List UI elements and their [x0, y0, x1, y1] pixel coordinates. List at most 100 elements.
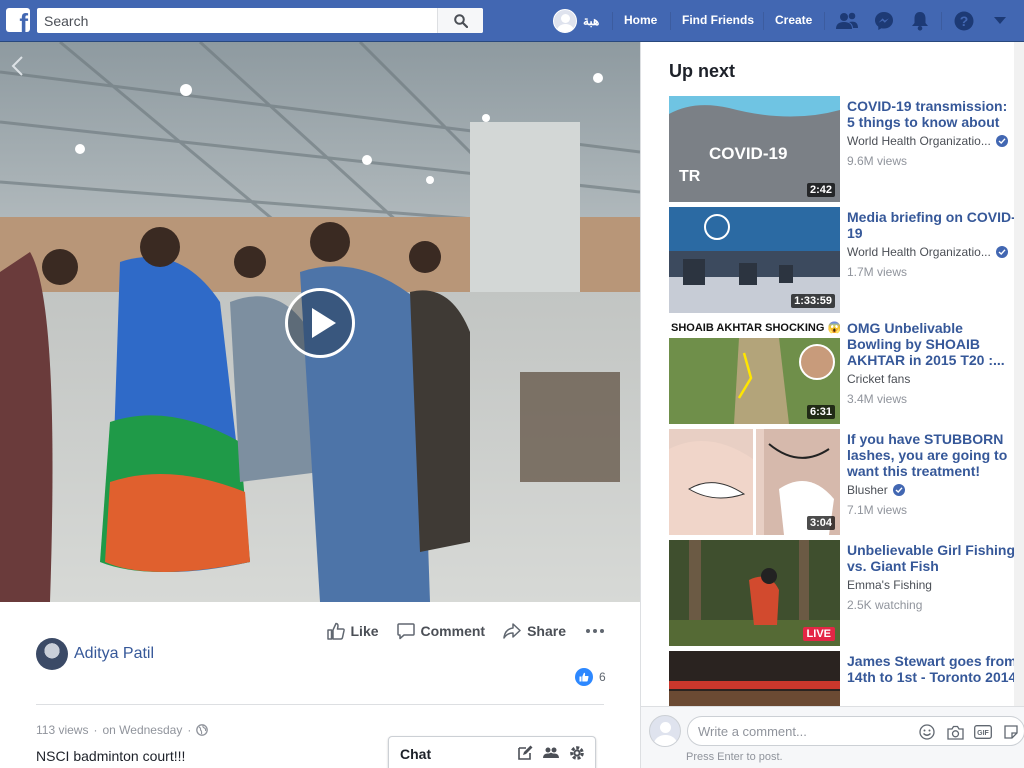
- list-item[interactable]: James Stewart goes from 14th to 1st - To…: [669, 651, 1024, 706]
- thumbs-up-icon: [326, 622, 345, 640]
- user-name: هبة: [583, 14, 600, 28]
- video-thumbnail[interactable]: COVID-19 TR 2:42: [669, 96, 840, 202]
- comment-field[interactable]: GIF: [687, 716, 1024, 746]
- chat-bar[interactable]: Chat: [388, 736, 596, 768]
- create-link[interactable]: Create: [775, 13, 812, 27]
- play-button[interactable]: [285, 288, 355, 358]
- comment-button[interactable]: Comment: [396, 622, 485, 640]
- nav-divider: [670, 12, 671, 30]
- camera-icon[interactable]: [946, 723, 964, 741]
- post-caption: NSCI badminton court!!!: [36, 748, 186, 764]
- friend-requests-icon[interactable]: [836, 10, 858, 32]
- comment-input[interactable]: [698, 717, 908, 745]
- comment-hint: Press Enter to post.: [686, 751, 783, 763]
- list-item[interactable]: LIVE Unbelievable Girl Fishing vs. Giant…: [669, 540, 1024, 646]
- messenger-icon[interactable]: [873, 10, 895, 32]
- reactions-summary[interactable]: 6: [575, 668, 606, 686]
- view-count: 3.4M views: [847, 392, 908, 406]
- post-author[interactable]: Aditya Patil: [36, 638, 154, 670]
- new-message-icon[interactable]: [517, 745, 533, 761]
- back-arrow-icon[interactable]: [8, 54, 28, 78]
- sticker-icon[interactable]: [1002, 723, 1020, 741]
- profile-link[interactable]: هبة: [553, 8, 599, 34]
- user-avatar: [553, 9, 577, 33]
- notifications-bell-icon[interactable]: [909, 10, 931, 32]
- post-date[interactable]: on Wednesday: [102, 723, 182, 737]
- channel[interactable]: World Health Organizatio...: [847, 245, 1008, 259]
- comment-composer: GIF Press Enter to post.: [641, 706, 1024, 768]
- channel-name[interactable]: Blusher: [847, 483, 888, 497]
- gif-icon[interactable]: GIF: [974, 723, 992, 741]
- reaction-count: 6: [599, 670, 606, 684]
- svg-text:GIF: GIF: [977, 730, 989, 737]
- author-avatar[interactable]: [36, 638, 68, 670]
- emoji-icon[interactable]: [918, 723, 936, 741]
- video-title[interactable]: James Stewart goes from 14th to 1st - To…: [847, 653, 1017, 685]
- channel-name[interactable]: World Health Organizatio...: [847, 245, 991, 259]
- channel[interactable]: Emma's Fishing: [847, 578, 932, 592]
- thumbnail-text: SHOAIB AKHTAR SHOCKING 😱: [671, 322, 840, 334]
- nav-divider: [941, 12, 942, 30]
- video-thumbnail[interactable]: 1:33:59: [669, 207, 840, 313]
- nav-divider: [824, 12, 825, 30]
- like-button[interactable]: Like: [326, 622, 379, 640]
- video-player[interactable]: [0, 42, 640, 602]
- list-item[interactable]: 3:04 If you have STUBBORN lashes, you ar…: [669, 429, 1024, 535]
- channel-name[interactable]: Cricket fans: [847, 372, 910, 386]
- video-duration: 1:33:59: [791, 294, 835, 308]
- chat-tools: [517, 745, 585, 761]
- svg-text:?: ?: [960, 13, 969, 29]
- live-badge: LIVE: [802, 627, 835, 641]
- share-button[interactable]: Share: [503, 622, 566, 640]
- meta-separator: ·: [93, 723, 98, 737]
- commenter-avatar: [649, 715, 681, 747]
- channel-name[interactable]: Emma's Fishing: [847, 578, 932, 592]
- video-thumbnail[interactable]: 3:04: [669, 429, 840, 535]
- create-group-icon[interactable]: [543, 745, 559, 761]
- help-icon[interactable]: ?: [953, 10, 975, 32]
- view-count: 9.6M views: [847, 154, 908, 168]
- up-next-heading: Up next: [669, 61, 736, 81]
- post-meta: 113 views · on Wednesday ·: [36, 723, 209, 737]
- comment-icon: [396, 623, 415, 640]
- channel[interactable]: Blusher: [847, 483, 905, 497]
- account-menu-chevron-icon[interactable]: [989, 10, 1011, 32]
- author-name[interactable]: Aditya Patil: [74, 645, 154, 663]
- comment-tools: GIF: [918, 723, 1020, 741]
- video-duration: 3:04: [806, 516, 835, 530]
- chat-label: Chat: [400, 746, 432, 762]
- more-options-icon[interactable]: [586, 629, 604, 633]
- video-thumbnail[interactable]: LIVE: [669, 540, 840, 646]
- share-label: Share: [527, 623, 566, 639]
- meta-separator: ·: [187, 723, 192, 737]
- list-item[interactable]: COVID-19 TR 2:42 COVID-19 transmission: …: [669, 96, 1024, 202]
- video-duration: 6:31: [806, 405, 835, 419]
- channel[interactable]: Cricket fans: [847, 372, 910, 386]
- find-friends-link[interactable]: Find Friends: [682, 13, 754, 27]
- chat-settings-gear-icon[interactable]: [569, 745, 585, 761]
- like-label: Like: [350, 623, 379, 639]
- video-title[interactable]: If you have STUBBORN lashes, you are goi…: [847, 431, 1017, 479]
- public-globe-icon: [196, 724, 209, 736]
- video-title[interactable]: COVID-19 transmission: 5 things to know …: [847, 98, 1017, 130]
- channel-name[interactable]: World Health Organizatio...: [847, 134, 991, 148]
- search-button[interactable]: [437, 8, 483, 33]
- home-link[interactable]: Home: [624, 13, 657, 27]
- list-item[interactable]: SHOAIB AKHTAR SHOCKING 😱 6:31 OMG Unbeli…: [669, 318, 1024, 424]
- search-input[interactable]: [37, 8, 437, 33]
- video-title[interactable]: OMG Unbelivable Bowling by SHOAIB AKHTAR…: [847, 320, 1017, 368]
- up-next-panel: Up next COVID-19 TR 2:42 COVID-19 transm…: [640, 42, 1024, 768]
- share-icon: [503, 623, 521, 639]
- search-box: [37, 8, 483, 33]
- video-title[interactable]: Media briefing on COVID-19: [847, 209, 1017, 241]
- post-actions: Like Comment Share: [309, 622, 604, 640]
- view-count: 2.5K watching: [847, 598, 923, 612]
- list-item[interactable]: 1:33:59 Media briefing on COVID-19 World…: [669, 207, 1024, 313]
- video-title[interactable]: Unbelievable Girl Fishing vs. Giant Fish: [847, 542, 1017, 574]
- scrollbar[interactable]: [1014, 42, 1024, 706]
- verified-badge-icon: [892, 484, 905, 496]
- channel[interactable]: World Health Organizatio...: [847, 134, 1008, 148]
- facebook-logo-icon[interactable]: f: [6, 8, 30, 32]
- video-thumbnail[interactable]: [669, 651, 840, 706]
- video-thumbnail[interactable]: SHOAIB AKHTAR SHOCKING 😱 6:31: [669, 318, 840, 424]
